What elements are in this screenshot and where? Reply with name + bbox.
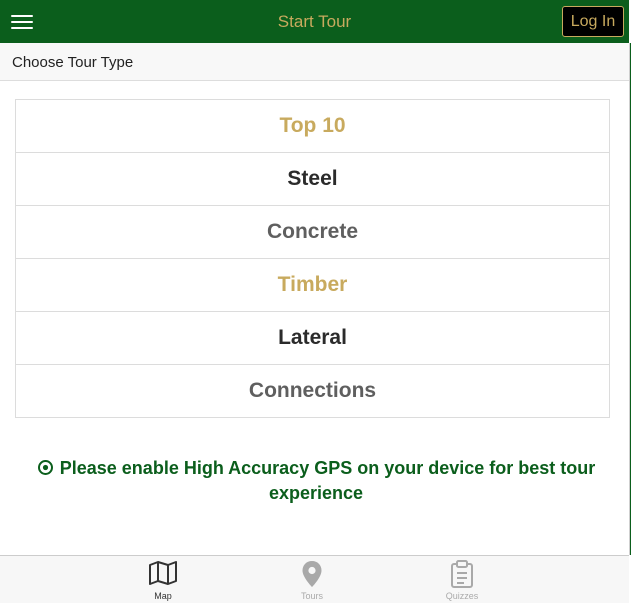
tour-type-list: Top 10 Steel Concrete Timber Lateral Con… — [15, 99, 610, 418]
login-button[interactable]: Log In — [562, 6, 624, 37]
tour-item-timber[interactable]: Timber — [16, 259, 609, 312]
tab-map[interactable]: Map — [113, 556, 213, 603]
tour-item-steel[interactable]: Steel — [16, 153, 609, 206]
target-icon — [37, 459, 54, 482]
map-icon — [149, 561, 177, 585]
tab-tours-label: Tours — [300, 591, 323, 601]
tab-tours[interactable]: Tours — [262, 556, 362, 603]
tour-item-lateral[interactable]: Lateral — [16, 312, 609, 365]
location-pin-icon — [302, 561, 322, 587]
tab-map-label: Map — [154, 591, 172, 601]
tour-item-concrete[interactable]: Concrete — [16, 206, 609, 259]
app-root: Start Tour Log In Choose Tour Type Top 1… — [0, 0, 631, 603]
clipboard-icon — [451, 560, 473, 588]
tab-quizzes[interactable]: Quizzes — [412, 556, 512, 603]
subheader: Choose Tour Type — [0, 43, 629, 81]
gps-notice-text: Please enable High Accuracy GPS on your … — [59, 458, 596, 503]
tour-item-top-10[interactable]: Top 10 — [16, 100, 609, 153]
tab-quizzes-label: Quizzes — [445, 591, 479, 601]
bottom-tab-bar: Map Tours Quizzes — [0, 555, 629, 603]
page-title: Start Tour — [277, 12, 352, 31]
subheader-title: Choose Tour Type — [12, 54, 134, 71]
gps-notice: Please enable High Accuracy GPS on your … — [6, 457, 626, 505]
top-app-bar: Start Tour Log In — [0, 0, 629, 43]
tour-item-connections[interactable]: Connections — [16, 365, 609, 417]
